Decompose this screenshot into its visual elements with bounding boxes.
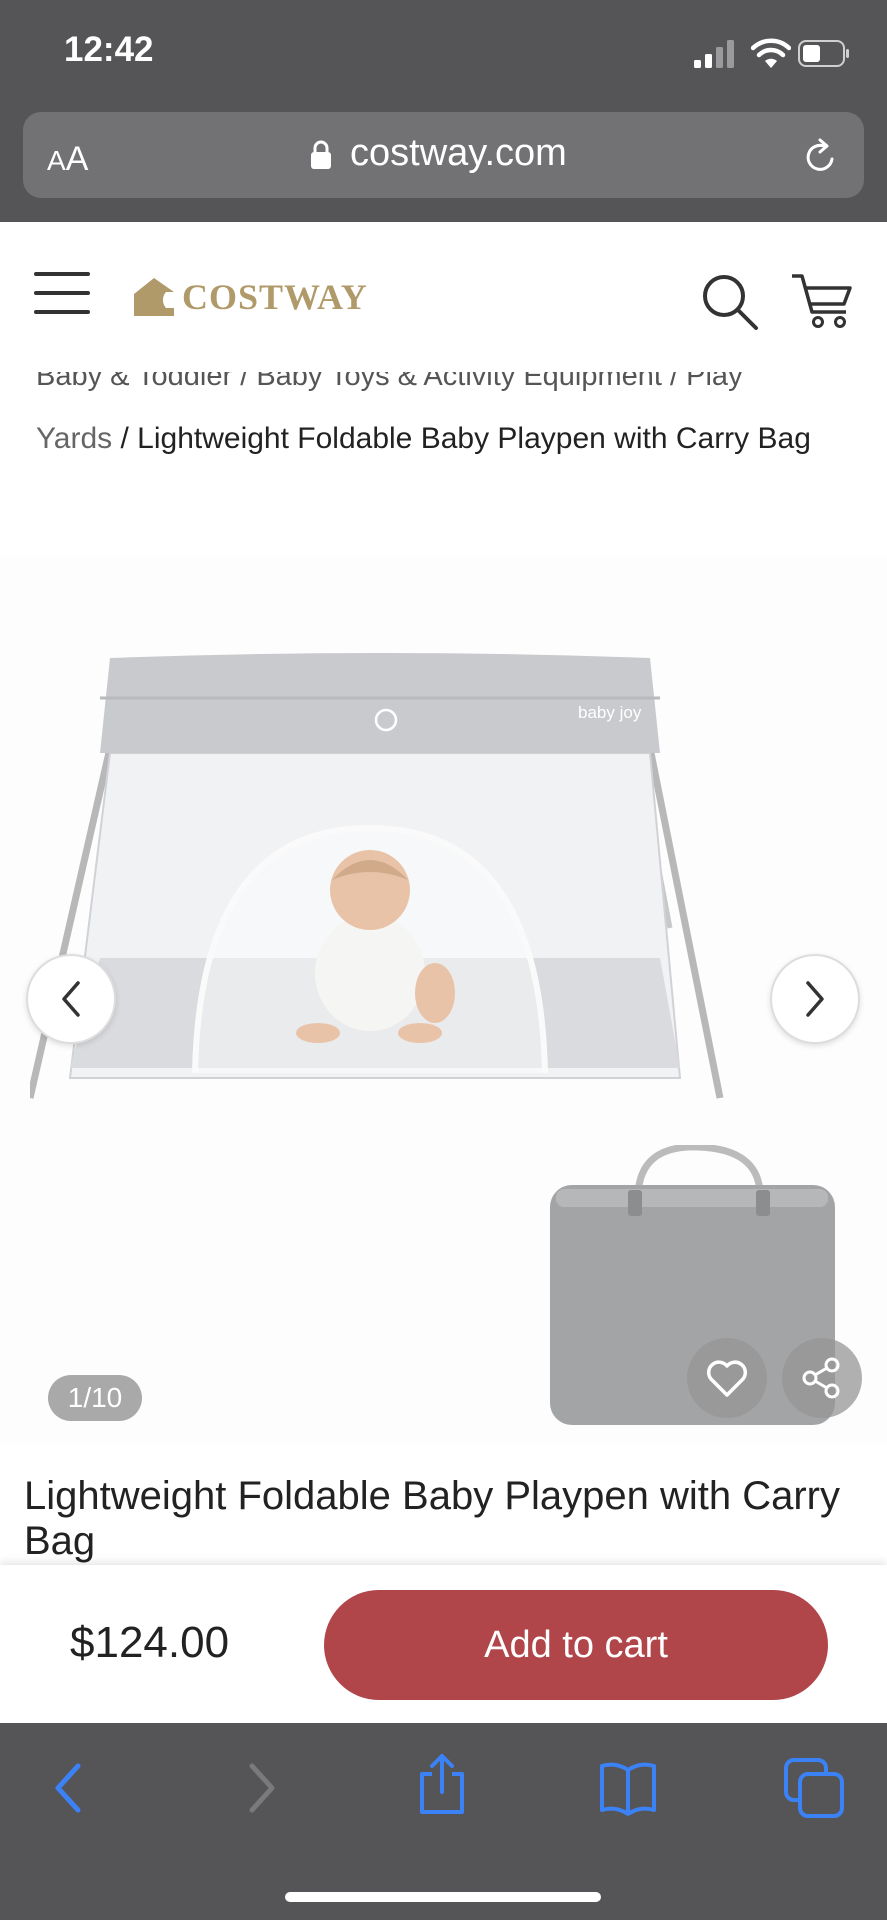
browser-back-icon[interactable] (40, 1756, 104, 1820)
share-product-button[interactable] (782, 1338, 862, 1418)
breadcrumb-partial-line: Baby & Toddler / Baby Toys & Activity Eq… (36, 372, 856, 402)
chevron-left-icon (62, 981, 80, 1017)
breadcrumb-separator: / (112, 422, 138, 455)
tabs-overview-icon[interactable] (782, 1756, 846, 1820)
search-icon[interactable] (700, 272, 760, 332)
battery-icon (798, 40, 849, 67)
product-title: Lightweight Foldable Baby Playpen with C… (24, 1474, 840, 1563)
next-image-button[interactable] (770, 954, 860, 1044)
logo-house-icon (134, 278, 174, 316)
product-image-playpen: baby joy (30, 653, 724, 1099)
home-indicator[interactable] (285, 1892, 601, 1902)
breadcrumb-partial-text: Baby & Toddler / Baby Toys & Activity Eq… (36, 372, 743, 392)
breadcrumb-current: Lightweight Foldable Baby Playpen with C… (137, 422, 811, 455)
logo-text: COSTWAY (182, 277, 368, 317)
playpen-brand-mark: baby joy (578, 703, 642, 722)
cellular-signal-icon (694, 40, 734, 68)
status-time: 12:42 (64, 30, 154, 69)
text-size-large: A (65, 140, 89, 178)
heart-icon (706, 1360, 748, 1397)
browser-share-icon[interactable] (410, 1752, 474, 1816)
reload-icon[interactable] (800, 137, 840, 177)
chevron-right-icon (806, 981, 824, 1017)
text-size-button[interactable]: AA (47, 140, 88, 179)
menu-icon[interactable] (34, 270, 90, 316)
bookmarks-book-icon[interactable] (596, 1756, 660, 1820)
wishlist-button[interactable] (687, 1338, 767, 1418)
costway-logo[interactable]: COSTWAY (130, 264, 380, 324)
add-to-cart-button[interactable]: Add to cart (324, 1590, 828, 1700)
breadcrumb: Yards / Lightweight Foldable Baby Plaype… (36, 415, 856, 462)
url-text[interactable]: costway.com (350, 132, 567, 175)
text-size-small: A (47, 145, 66, 176)
image-counter-badge: 1/10 (48, 1375, 142, 1421)
share-nodes-icon (802, 1357, 840, 1399)
wifi-icon (751, 38, 791, 68)
product-price: $124.00 (70, 1618, 230, 1667)
previous-image-button[interactable] (26, 954, 116, 1044)
breadcrumb-link-play-yards[interactable]: Yards (36, 422, 112, 455)
lock-icon (311, 140, 331, 169)
browser-forward-icon[interactable] (226, 1756, 290, 1820)
cart-icon[interactable] (790, 270, 856, 330)
